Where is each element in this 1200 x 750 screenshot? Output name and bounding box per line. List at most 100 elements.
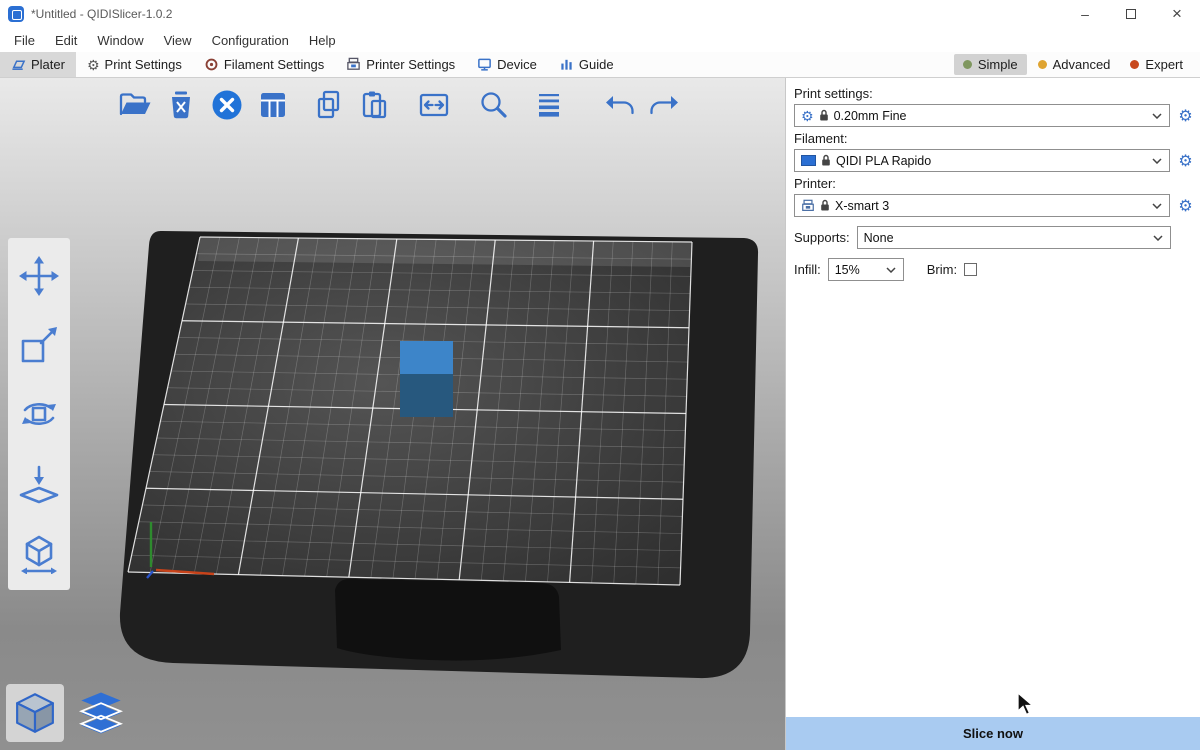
app-logo-icon: [8, 6, 24, 22]
window-title: *Untitled - QIDISlicer-1.0.2: [31, 7, 172, 21]
search-button[interactable]: [474, 86, 512, 124]
menu-file[interactable]: File: [4, 28, 45, 52]
chevron-down-icon: [1152, 158, 1162, 164]
redo-icon: [647, 87, 683, 123]
lock-icon: [821, 154, 831, 167]
plater-icon: [11, 57, 26, 72]
tab-guide[interactable]: Guide: [548, 52, 625, 77]
delete-all-icon: [209, 87, 245, 123]
filament-color-swatch: [801, 155, 816, 166]
gizmo-toolbar: [8, 238, 70, 590]
filament-gear-button[interactable]: ⚙: [1176, 149, 1195, 172]
minimize-icon: –: [1081, 6, 1089, 22]
undo-icon: [601, 87, 637, 123]
menu-view[interactable]: View: [154, 28, 202, 52]
preview-layers-icon: [76, 688, 126, 738]
expert-mode-dot: [1130, 60, 1139, 69]
menu-configuration[interactable]: Configuration: [202, 28, 299, 52]
menubar: File Edit Window View Configuration Help: [0, 28, 1200, 52]
brim-label: Brim:: [927, 262, 957, 277]
arrange-icon: [255, 87, 291, 123]
print-settings-label: Print settings:: [794, 86, 1195, 101]
gear-icon: ⚙: [87, 58, 100, 72]
supports-label: Supports:: [794, 230, 850, 245]
rotate-icon: [17, 392, 61, 436]
split-icon: [416, 87, 452, 123]
advanced-mode-dot: [1038, 60, 1047, 69]
printer-combo[interactable]: X-smart 3: [794, 194, 1170, 217]
menu-help[interactable]: Help: [299, 28, 346, 52]
slice-now-button[interactable]: Slice now: [786, 717, 1200, 750]
chevron-down-icon: [1153, 235, 1163, 241]
mode-advanced[interactable]: Advanced: [1029, 54, 1120, 75]
infill-combo[interactable]: 15%: [828, 258, 904, 281]
mode-switcher: Simple Advanced Expert: [954, 52, 1200, 77]
tab-device[interactable]: Device: [466, 52, 548, 77]
split-button[interactable]: [415, 86, 453, 124]
bed-handle-recess: [335, 579, 561, 661]
chevron-down-icon: [886, 267, 896, 273]
viewport-3d[interactable]: [0, 78, 785, 750]
trash-icon: [163, 87, 199, 123]
filament-combo[interactable]: QIDI PLA Rapido: [794, 149, 1170, 172]
rotate-button[interactable]: [8, 381, 70, 447]
variable-layer-height-icon: [531, 87, 567, 123]
measure-icon: [17, 530, 61, 574]
tab-plater[interactable]: Plater: [0, 52, 76, 77]
titlebar: *Untitled - QIDISlicer-1.0.2 – ×: [0, 0, 1200, 28]
minimize-button[interactable]: –: [1062, 0, 1108, 28]
app-window: *Untitled - QIDISlicer-1.0.2 – × File Ed…: [0, 0, 1200, 750]
close-icon: ×: [1172, 4, 1182, 24]
paste-button[interactable]: [356, 86, 394, 124]
filament-icon: [204, 57, 219, 72]
search-icon: [475, 87, 511, 123]
paste-icon: [357, 87, 393, 123]
undo-button[interactable]: [600, 86, 638, 124]
place-on-face-button[interactable]: [8, 450, 70, 516]
menu-window[interactable]: Window: [87, 28, 153, 52]
move-button[interactable]: [8, 243, 70, 309]
scale-icon: [17, 323, 61, 367]
copy-icon: [311, 87, 347, 123]
copy-button[interactable]: [310, 86, 348, 124]
mode-expert[interactable]: Expert: [1121, 54, 1192, 75]
arrange-button[interactable]: [254, 86, 292, 124]
open-file-button[interactable]: [116, 86, 154, 124]
brim-checkbox[interactable]: [964, 263, 977, 276]
lock-icon: [820, 199, 830, 212]
gear-icon: ⚙: [1178, 106, 1192, 126]
model-cube[interactable]: [400, 341, 453, 417]
gear-icon: ⚙: [1178, 151, 1192, 171]
redo-button[interactable]: [646, 86, 684, 124]
printer-gear-button[interactable]: ⚙: [1176, 194, 1195, 217]
mode-simple[interactable]: Simple: [954, 54, 1027, 75]
gear-icon: ⚙: [801, 109, 814, 123]
close-button[interactable]: ×: [1154, 0, 1200, 28]
move-icon: [17, 254, 61, 298]
tab-print-settings[interactable]: ⚙ Print Settings: [76, 52, 193, 77]
printer-icon: [801, 199, 815, 213]
scale-button[interactable]: [8, 312, 70, 378]
tab-filament-settings[interactable]: Filament Settings: [193, 52, 335, 77]
menu-edit[interactable]: Edit: [45, 28, 87, 52]
print-settings-combo[interactable]: ⚙ 0.20mm Fine: [794, 104, 1170, 127]
maximize-button[interactable]: [1108, 0, 1154, 28]
open-folder-icon: [117, 87, 153, 123]
viewport-3d-scene[interactable]: [0, 78, 785, 750]
view-3d-editor-button[interactable]: [6, 684, 64, 742]
delete-all-button[interactable]: [208, 86, 246, 124]
view-preview-button[interactable]: [72, 684, 130, 742]
measure-button[interactable]: [8, 519, 70, 585]
chevron-down-icon: [1152, 113, 1162, 119]
print-settings-gear-button[interactable]: ⚙: [1176, 104, 1195, 127]
settings-sidebar: Print settings: ⚙ 0.20mm Fine ⚙ Filament…: [785, 78, 1200, 750]
tab-printer-settings[interactable]: Printer Settings: [335, 52, 466, 77]
tabbar: Plater ⚙ Print Settings Filament Setting…: [0, 52, 1200, 78]
printer-icon: [346, 57, 361, 72]
delete-button[interactable]: [162, 86, 200, 124]
lock-icon: [819, 109, 829, 122]
variable-layer-height-button[interactable]: [530, 86, 568, 124]
supports-combo[interactable]: None: [857, 226, 1171, 249]
chevron-down-icon: [1152, 203, 1162, 209]
3d-view-cube-icon: [10, 688, 60, 738]
